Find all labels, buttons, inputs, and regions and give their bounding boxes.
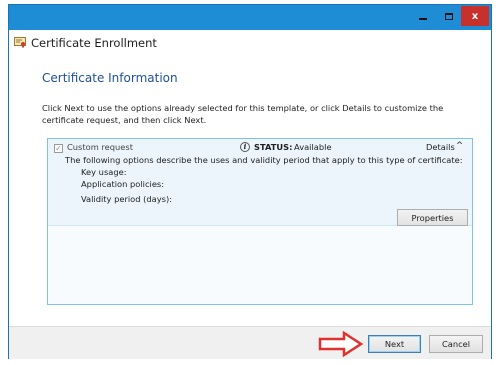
options-description: The following options describe the uses …: [65, 155, 463, 165]
chevron-up-icon[interactable]: ^: [456, 141, 463, 151]
maximize-button[interactable]: [436, 6, 461, 26]
application-policies-label: Application policies:: [81, 179, 165, 189]
validity-period-label: Validity period (days):: [81, 194, 173, 204]
close-icon: x: [471, 10, 479, 22]
window-title: Certificate Enrollment: [31, 36, 157, 50]
instructions-text: Click Next to use the options already se…: [42, 103, 444, 125]
page-title: Certificate Information: [42, 71, 178, 85]
close-button[interactable]: x: [461, 6, 489, 26]
custom-request-checkbox[interactable]: ✓: [54, 144, 63, 153]
certificate-icon: [14, 37, 26, 48]
window-titlebar[interactable]: x: [9, 5, 491, 29]
key-usage-label: Key usage:: [81, 167, 127, 177]
minimize-icon: [419, 18, 427, 20]
next-button[interactable]: Next: [368, 335, 421, 353]
info-icon: i: [240, 142, 250, 152]
details-toggle[interactable]: Details: [426, 142, 455, 152]
certificate-request-item[interactable]: ✓ Custom request i STATUS: Available Det…: [47, 138, 473, 305]
item-name: Custom request: [67, 142, 133, 152]
wizard-page: Certificate Information Click Next to us…: [19, 57, 481, 325]
status-label: STATUS:: [254, 142, 293, 152]
cancel-button[interactable]: Cancel: [429, 335, 483, 353]
minimize-button[interactable]: [410, 6, 436, 26]
wizard-footer: Next Cancel: [9, 326, 491, 359]
app-header: Certificate Enrollment: [9, 30, 491, 56]
red-arrow-icon: [318, 331, 364, 357]
properties-button[interactable]: Properties: [397, 209, 468, 226]
status-value: Available: [294, 142, 332, 152]
certificate-enrollment-window: x Certificate Enrollment Certificate Inf…: [8, 4, 492, 359]
dialog-body: Certificate Enrollment Certificate Infor…: [9, 30, 491, 359]
maximize-icon: [444, 12, 453, 20]
item-empty-area: [48, 225, 472, 304]
